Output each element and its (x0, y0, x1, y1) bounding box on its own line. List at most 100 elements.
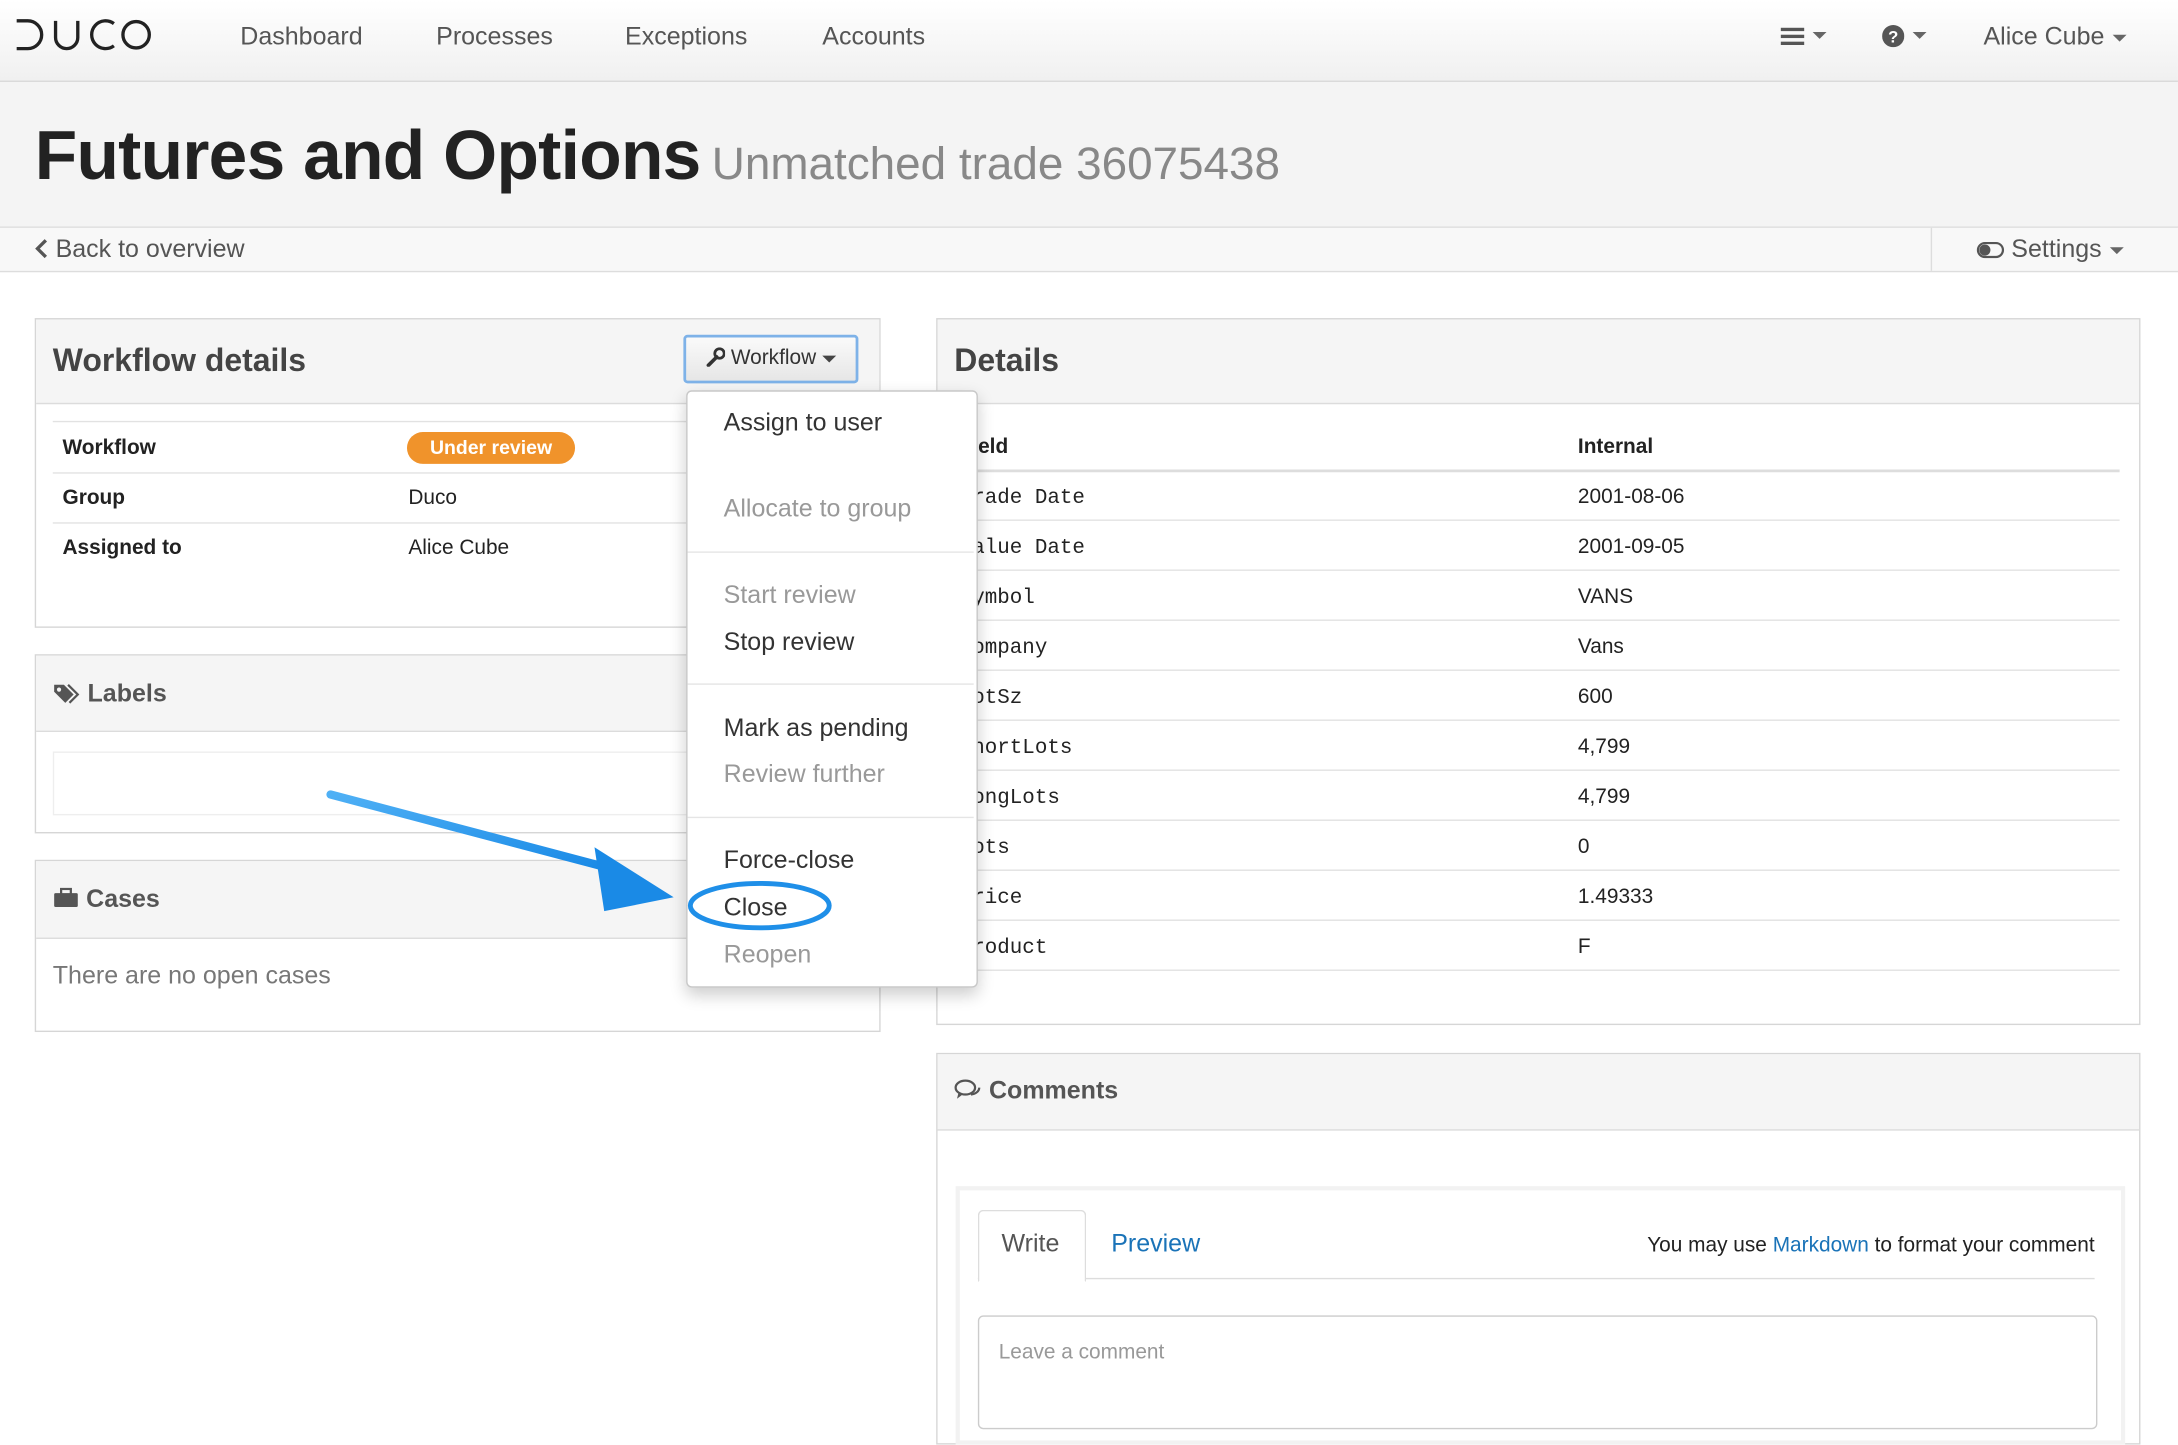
group-label: Group (62, 486, 126, 510)
detail-field-value: F (1577, 934, 1591, 959)
detail-field-name: alue Date (972, 536, 1085, 560)
detail-field-name: ymbol (972, 586, 1035, 610)
workflow-label: Workflow (62, 436, 156, 460)
detail-field-name: hortLots (972, 736, 1073, 760)
annotation-arrow-icon (326, 790, 674, 912)
menu-force-close[interactable]: Force-close (724, 846, 855, 875)
duco-logo[interactable] (14, 15, 153, 54)
workflow-panel-title: Workflow details (52, 341, 307, 378)
question-circle-icon: ? (1882, 24, 1905, 47)
detail-field-value: 600 (1577, 684, 1613, 709)
detail-field-value: 2001-08-06 (1577, 484, 1685, 509)
detail-field-value: Vans (1577, 634, 1624, 659)
comment-placeholder: Leave a comment (998, 1340, 1165, 1364)
nav-processes[interactable]: Processes (436, 22, 553, 51)
toggle-icon (1976, 241, 2005, 259)
caret-down-icon (1812, 32, 1827, 40)
main-menu-dropdown[interactable] (1780, 24, 1827, 49)
header-divider (954, 469, 2120, 473)
back-to-overview-link[interactable]: Back to overview (35, 235, 245, 264)
detail-field-name: rice (972, 886, 1023, 910)
detail-field-value: VANS (1577, 584, 1634, 609)
hint-suffix: to format your comment (1874, 1233, 2095, 1258)
row-divider (954, 669, 2120, 671)
page-title-text: Futures and Options (34, 116, 702, 195)
menu-divider (687, 551, 974, 553)
comments-panel-title: Comments (954, 1076, 1118, 1105)
tab-write-label[interactable]: Write (1001, 1229, 1059, 1258)
row-divider (954, 769, 2120, 771)
briefcase-icon (54, 887, 78, 908)
help-dropdown[interactable]: ? (1882, 24, 1927, 49)
svg-text:?: ? (1888, 27, 1898, 46)
labels-title-text: Labels (87, 679, 167, 708)
page-subtitle: Unmatched trade 36075438 (711, 137, 1281, 189)
menu-reopen[interactable]: Reopen (724, 940, 812, 969)
user-name: Alice Cube (1983, 22, 2105, 51)
menu-start-review[interactable]: Start review (724, 581, 856, 610)
cases-title-text: Cases (86, 884, 160, 913)
user-menu[interactable]: Alice Cube (1983, 22, 2127, 51)
back-label: Back to overview (55, 234, 245, 263)
row-divider (52, 472, 687, 474)
menu-assign-to-user[interactable]: Assign to user (724, 408, 882, 437)
detail-field-name: ompany (972, 636, 1048, 660)
tab-preview[interactable]: Preview (1111, 1229, 1200, 1258)
settings-dropdown[interactable]: Settings (1976, 234, 2124, 264)
markdown-link[interactable]: Markdown (1773, 1233, 1869, 1257)
detail-field-value: 4,799 (1577, 734, 1631, 759)
tabs-divider (977, 1277, 2095, 1280)
detail-field-name: otSz (972, 686, 1023, 710)
markdown-hint: You may use Markdown to format your comm… (1583, 1233, 2094, 1257)
detail-field-name: ots (972, 836, 1010, 860)
caret-down-icon (1912, 32, 1927, 40)
row-divider (954, 919, 2120, 921)
menu-divider (687, 683, 974, 685)
comments-title-text: Comments (988, 1076, 1119, 1105)
page-title: Futures and Options Unmatched trade 36075… (35, 115, 1280, 196)
chevron-left-icon (35, 239, 48, 259)
caret-down-icon (2109, 246, 2124, 254)
menu-mark-as-pending[interactable]: Mark as pending (724, 714, 909, 743)
comment-textarea[interactable] (977, 1315, 2098, 1430)
close-highlight-ellipse (687, 880, 832, 931)
detail-field-value: 4,799 (1577, 784, 1631, 809)
row-divider (954, 519, 2120, 521)
detail-field-value: 2001-09-05 (1577, 534, 1685, 559)
detail-field-name: rade Date (972, 486, 1085, 510)
row-divider (954, 719, 2120, 721)
row-divider (52, 522, 687, 524)
wrench-icon (706, 347, 726, 368)
nav-dashboard[interactable]: Dashboard (240, 22, 362, 51)
settings-label: Settings (2011, 234, 2102, 263)
sub-toolbar (0, 226, 2178, 273)
caret-down-icon (2112, 34, 2127, 42)
details-panel-title: Details (954, 341, 1060, 378)
hint-prefix: You may use (1647, 1233, 1767, 1258)
menu-divider (687, 816, 974, 819)
no-cases-text: There are no open cases (52, 961, 331, 989)
assigned-to-label: Assigned to (62, 536, 182, 560)
nav-accounts[interactable]: Accounts (822, 22, 925, 51)
row-divider (954, 569, 2120, 571)
menu-allocate-to-group[interactable]: Allocate to group (724, 494, 912, 523)
detail-field-name: ongLots (972, 786, 1060, 810)
row-divider (52, 420, 687, 423)
status-badge: Under review (406, 431, 576, 464)
workflow-button-label[interactable]: Workflow (706, 345, 836, 370)
labels-panel-title: Labels (53, 679, 167, 708)
row-divider (954, 819, 2120, 821)
comments-icon (954, 1079, 981, 1099)
row-divider (954, 969, 2120, 971)
group-value: Duco (408, 486, 458, 510)
menu-review-further[interactable]: Review further (724, 760, 885, 789)
column-header-internal: Internal (1577, 434, 1654, 459)
tags-icon (54, 683, 80, 704)
workflow-button-text: Workflow (730, 345, 817, 370)
caret-down-icon (821, 354, 836, 362)
cases-panel-title: Cases (53, 885, 160, 914)
menu-stop-review[interactable]: Stop review (724, 628, 855, 657)
details-panel-header (937, 319, 2140, 405)
assigned-to-value: Alice Cube (408, 536, 510, 560)
nav-exceptions[interactable]: Exceptions (625, 22, 747, 51)
